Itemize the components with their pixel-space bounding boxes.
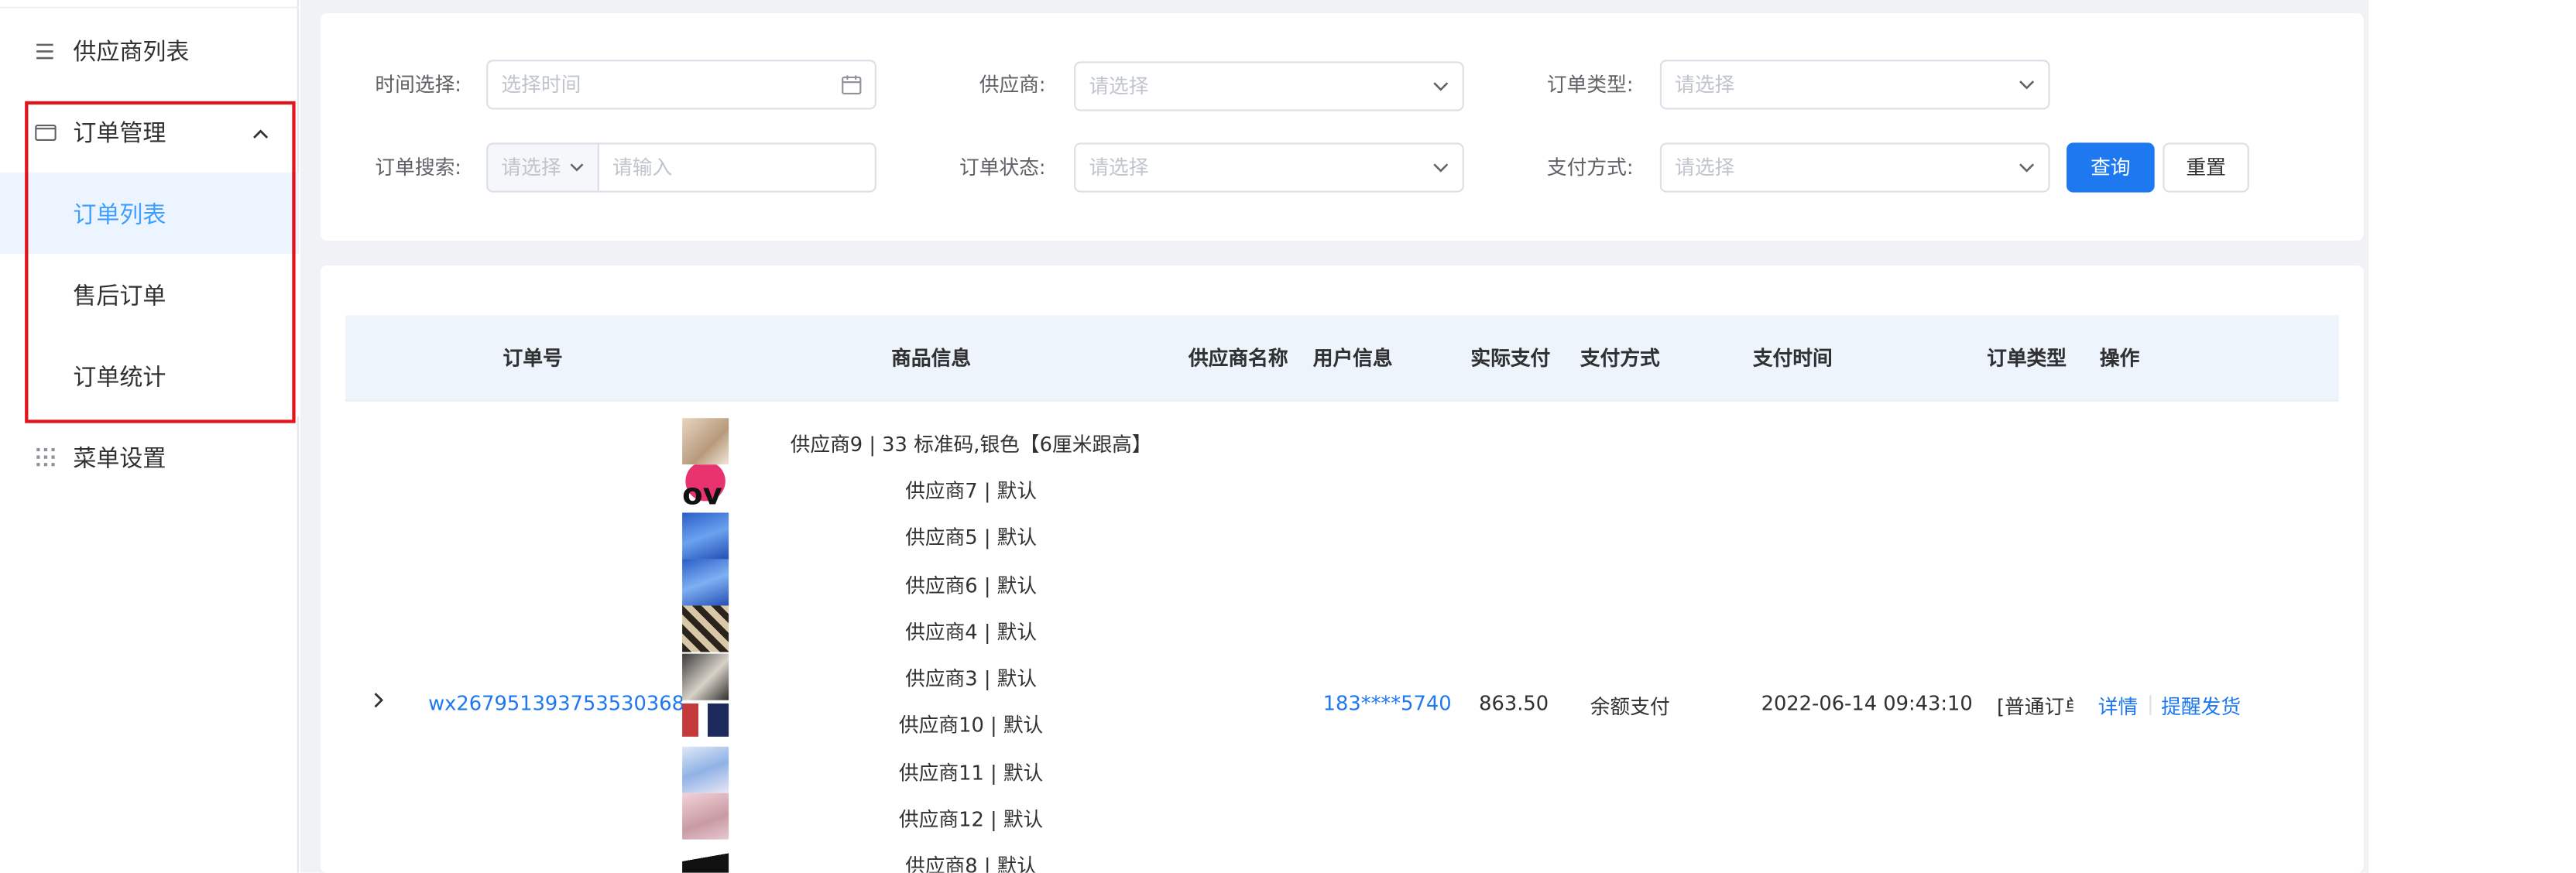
sidebar-item-label: 订单管理 — [73, 120, 166, 147]
sidebar-item-order-list[interactable]: 订单列表 — [0, 172, 299, 255]
order-status-label: 订单状态: — [959, 156, 1046, 180]
sidebar-divider — [0, 6, 299, 9]
product-line: 供应商9 | 33 标准码,银色【6厘米跟高】 — [790, 433, 1152, 457]
grid-icon — [33, 446, 57, 469]
chevron-down-icon — [569, 145, 584, 191]
product-line: 供应商8 | 默认 — [905, 854, 1038, 873]
product-line: 供应商5 | 默认 — [905, 526, 1038, 549]
product-line: 供应商4 | 默认 — [905, 620, 1038, 644]
product-thumbnail — [682, 703, 729, 737]
sidebar-item-supplier-list[interactable]: 供应商列表 — [0, 10, 299, 91]
product-line: 供应商3 | 默认 — [905, 666, 1038, 690]
action-divider — [2149, 695, 2152, 715]
product-thumbnail — [682, 839, 729, 873]
chevron-down-icon — [1432, 63, 1449, 109]
order-type-placeholder: 请选择 — [1675, 73, 1735, 97]
expand-row-icon[interactable] — [372, 690, 385, 715]
product-thumbnail — [682, 559, 729, 606]
app-window: 供应商列表 订单管理 订单列表 售后订单 订单统计 菜单设置 时间选择: 选择时… — [0, 0, 2576, 873]
folder-icon — [33, 120, 57, 143]
sidebar-item-order-stats[interactable]: 订单统计 — [0, 335, 299, 417]
header-pay-method: 支付方式 — [1580, 347, 1660, 371]
product-line: 供应商12 | 默认 — [898, 808, 1044, 832]
detail-link[interactable]: 详情 — [2098, 692, 2138, 720]
product-thumbnail — [682, 746, 729, 793]
time-label: 时间选择: — [375, 73, 461, 97]
order-status-select[interactable]: 请选择 — [1074, 142, 1464, 193]
sidebar-item-order-management[interactable]: 订单管理 — [0, 91, 299, 173]
pay-method-value: 余额支付 — [1590, 695, 1670, 719]
product-line: 供应商7 | 默认 — [905, 479, 1038, 503]
product-thumbnail — [682, 605, 729, 652]
search-input-placeholder: 请输入 — [612, 156, 673, 180]
chevron-down-icon — [1432, 145, 1449, 191]
order-type-value: [普通订单 — [1996, 695, 2073, 719]
order-type-select[interactable]: 请选择 — [1659, 60, 2050, 110]
supplier-label: 供应商: — [979, 73, 1046, 97]
sidebar-item-menu-settings[interactable]: 菜单设置 — [0, 416, 299, 498]
time-placeholder: 选择时间 — [501, 73, 581, 97]
sidebar-item-label: 菜单设置 — [73, 445, 166, 472]
header-user-info: 用户信息 — [1312, 347, 1393, 371]
supplier-placeholder: 请选择 — [1089, 74, 1149, 98]
product-thumbnail — [682, 653, 729, 700]
product-thumbnail — [682, 512, 729, 560]
time-picker-input[interactable]: 选择时间 — [486, 60, 876, 110]
supplier-select[interactable]: 请选择 — [1074, 61, 1464, 111]
search-type-select[interactable]: 请选择 — [486, 142, 599, 193]
order-no-link[interactable]: wx267951393753530368 — [428, 692, 684, 715]
chevron-up-icon — [252, 118, 269, 145]
calendar-icon — [842, 61, 862, 108]
header-pay-time: 支付时间 — [1752, 347, 1833, 371]
list-icon — [33, 39, 57, 62]
pay-time-value: 2022-06-14 09:43:10 — [1761, 691, 1973, 715]
chevron-down-icon — [2019, 145, 2035, 191]
header-order-no: 订单号 — [503, 347, 563, 371]
order-type-label: 订单类型: — [1546, 73, 1634, 97]
right-margin — [2368, 0, 2576, 873]
pay-method-select[interactable]: 请选择 — [1659, 142, 2050, 193]
header-actual-pay: 实际支付 — [1470, 347, 1551, 371]
product-thumbnail — [682, 418, 729, 465]
header-supplier-name: 供应商名称 — [1188, 347, 1288, 371]
svg-text:ov: ov — [682, 478, 722, 512]
product-thumbnail — [682, 793, 729, 840]
query-button[interactable]: 查询 — [2067, 142, 2155, 193]
pay-method-placeholder: 请选择 — [1675, 156, 1735, 180]
header-product-info: 商品信息 — [891, 347, 972, 371]
sidebar-item-label: 售后订单 — [73, 282, 166, 310]
search-input[interactable]: 请输入 — [597, 142, 876, 193]
product-line: 供应商10 | 默认 — [898, 713, 1044, 737]
sidebar-item-label: 供应商列表 — [73, 39, 190, 66]
header-actions: 操作 — [2099, 347, 2140, 371]
reset-button[interactable]: 重置 — [2163, 142, 2249, 193]
actual-pay-value: 863.50 — [1479, 691, 1549, 715]
header-order-type: 订单类型 — [1987, 347, 2067, 371]
order-search-label: 订单搜索: — [375, 156, 461, 180]
user-phone-link[interactable]: 183****5740 — [1323, 692, 1452, 715]
pay-method-label: 支付方式: — [1546, 156, 1634, 180]
product-thumbnail: ov — [682, 460, 729, 512]
product-line: 供应商11 | 默认 — [898, 762, 1044, 786]
sidebar: 供应商列表 订单管理 订单列表 售后订单 订单统计 菜单设置 — [0, 0, 299, 873]
sidebar-item-after-sale[interactable]: 售后订单 — [0, 254, 299, 336]
chevron-down-icon — [2019, 61, 2035, 108]
order-status-placeholder: 请选择 — [1089, 156, 1149, 180]
remind-ship-link[interactable]: 提醒发货 — [2161, 692, 2241, 720]
search-type-placeholder: 请选择 — [501, 156, 561, 180]
product-line: 供应商6 | 默认 — [905, 573, 1038, 597]
sidebar-item-label: 订单列表 — [73, 201, 166, 228]
filter-panel — [320, 13, 2364, 241]
sidebar-item-label: 订单统计 — [73, 364, 166, 391]
